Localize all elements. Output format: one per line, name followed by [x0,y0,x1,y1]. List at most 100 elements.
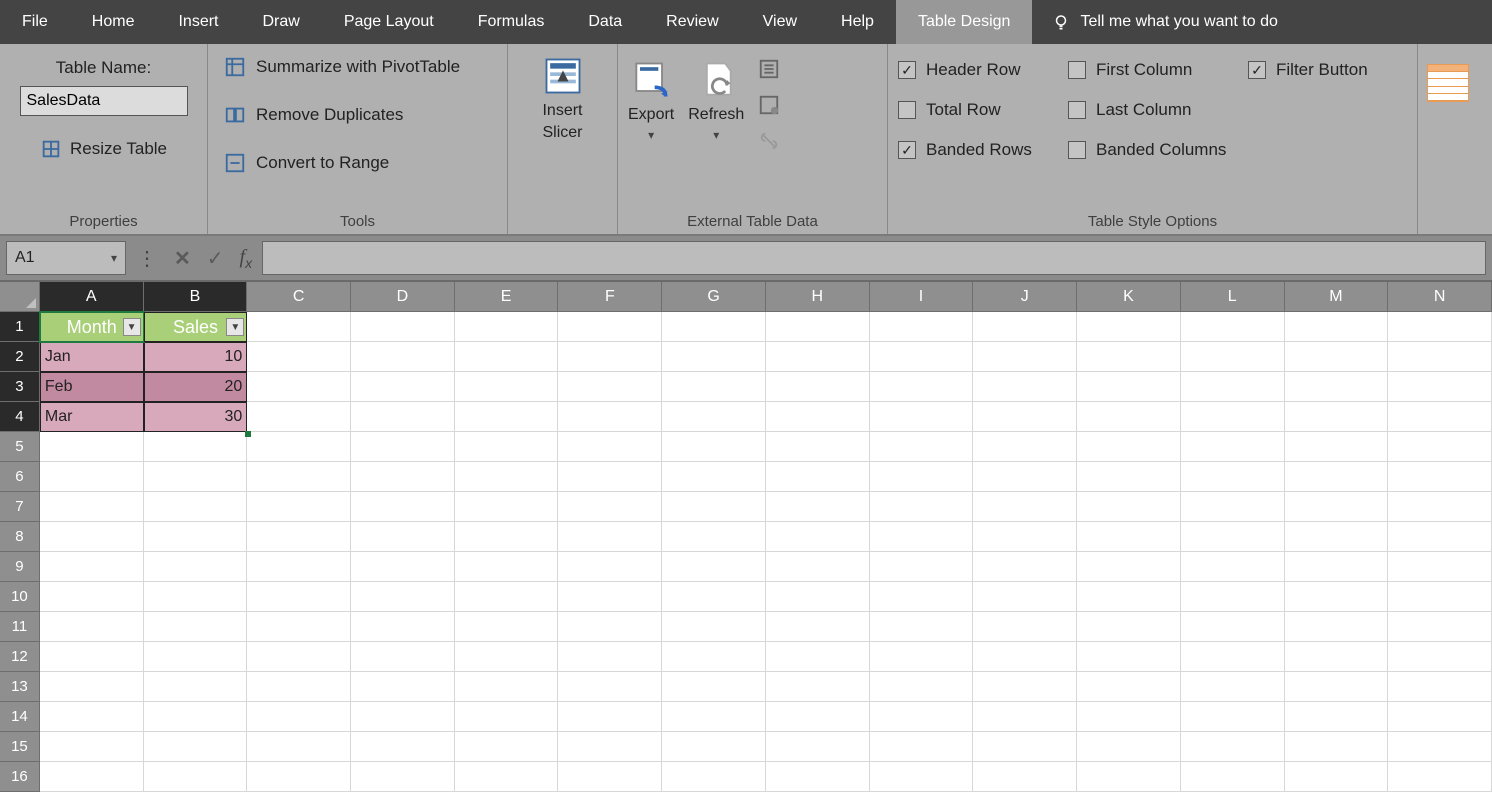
cell[interactable] [662,672,766,702]
cell[interactable] [558,732,662,762]
fx-icon[interactable]: fx [240,246,253,271]
cell[interactable] [1388,732,1492,762]
cell[interactable] [662,702,766,732]
cell[interactable] [558,372,662,402]
cell[interactable] [973,342,1077,372]
cell[interactable] [1388,342,1492,372]
cell[interactable] [1388,372,1492,402]
cell[interactable] [1077,372,1181,402]
tab-formulas[interactable]: Formulas [456,0,567,44]
tab-data[interactable]: Data [566,0,644,44]
checkbox-banded-rows[interactable]: Banded Rows [898,140,1068,160]
cell[interactable] [247,612,351,642]
cell[interactable] [247,312,351,342]
cell[interactable] [144,732,248,762]
cell[interactable] [973,762,1077,792]
cell[interactable] [870,522,974,552]
cell[interactable] [247,702,351,732]
cell[interactable] [766,642,870,672]
cell[interactable] [455,702,559,732]
column-header[interactable]: A [40,282,144,312]
cell[interactable] [40,612,144,642]
cell[interactable] [144,462,248,492]
cell[interactable] [455,732,559,762]
cell[interactable] [1285,342,1389,372]
cell[interactable] [973,372,1077,402]
cell[interactable] [144,702,248,732]
cell[interactable] [455,492,559,522]
cancel-formula-icon[interactable]: ✕ [174,246,191,271]
column-header[interactable]: G [662,282,766,312]
cell[interactable] [351,762,455,792]
cell[interactable] [455,402,559,432]
cell[interactable] [973,522,1077,552]
tab-file[interactable]: File [0,0,70,44]
tab-page-layout[interactable]: Page Layout [322,0,456,44]
cell[interactable] [351,672,455,702]
refresh-button[interactable]: Refresh ▾ [688,58,744,142]
select-all-triangle[interactable] [0,282,40,312]
cell[interactable] [1077,612,1181,642]
cell[interactable] [1077,582,1181,612]
cell[interactable]: Sales▼ [144,312,248,342]
cell[interactable] [1077,432,1181,462]
row-header[interactable]: 11 [0,612,40,642]
tell-me-search[interactable]: Tell me what you want to do [1032,0,1297,44]
cell[interactable] [662,582,766,612]
cell[interactable] [662,492,766,522]
checkbox-total-row[interactable]: Total Row [898,100,1068,120]
row-header[interactable]: 12 [0,642,40,672]
cell[interactable] [870,492,974,522]
cell[interactable] [766,432,870,462]
cell[interactable] [1077,342,1181,372]
cell[interactable] [766,702,870,732]
cell[interactable] [1181,762,1285,792]
cell[interactable] [558,342,662,372]
cell[interactable] [40,522,144,552]
cell[interactable] [455,582,559,612]
cell[interactable] [1388,462,1492,492]
unlink-icon[interactable] [758,130,780,152]
cell[interactable] [662,312,766,342]
cell[interactable] [1181,612,1285,642]
cell[interactable] [1388,312,1492,342]
cell[interactable] [662,402,766,432]
cell[interactable] [1285,462,1389,492]
cell[interactable] [351,402,455,432]
cell[interactable] [247,402,351,432]
accept-formula-icon[interactable]: ✓ [207,246,224,271]
cell[interactable] [247,342,351,372]
cell[interactable] [1388,432,1492,462]
cell[interactable] [1181,372,1285,402]
cell[interactable] [1388,582,1492,612]
cell[interactable]: 10 [144,342,248,372]
cell[interactable] [1181,402,1285,432]
cell[interactable] [870,732,974,762]
cell[interactable] [973,702,1077,732]
cell[interactable] [1285,312,1389,342]
cell[interactable] [144,582,248,612]
tab-view[interactable]: View [741,0,819,44]
cell[interactable] [247,432,351,462]
cell[interactable] [973,432,1077,462]
cell[interactable] [662,372,766,402]
cell[interactable] [558,762,662,792]
cell[interactable] [1285,522,1389,552]
cell[interactable] [1285,552,1389,582]
cell[interactable] [1285,702,1389,732]
cell[interactable] [1388,642,1492,672]
row-header[interactable]: 8 [0,522,40,552]
cell[interactable] [1077,732,1181,762]
cell[interactable] [973,582,1077,612]
name-box[interactable]: A1 ▾ [6,241,126,275]
cell[interactable] [1388,702,1492,732]
cell[interactable] [1181,552,1285,582]
cell[interactable] [973,552,1077,582]
cell[interactable] [144,642,248,672]
cell[interactable] [1285,402,1389,432]
cell[interactable] [973,672,1077,702]
cell[interactable] [558,612,662,642]
cell[interactable]: Feb [40,372,144,402]
cell[interactable] [1181,522,1285,552]
cell[interactable] [247,762,351,792]
